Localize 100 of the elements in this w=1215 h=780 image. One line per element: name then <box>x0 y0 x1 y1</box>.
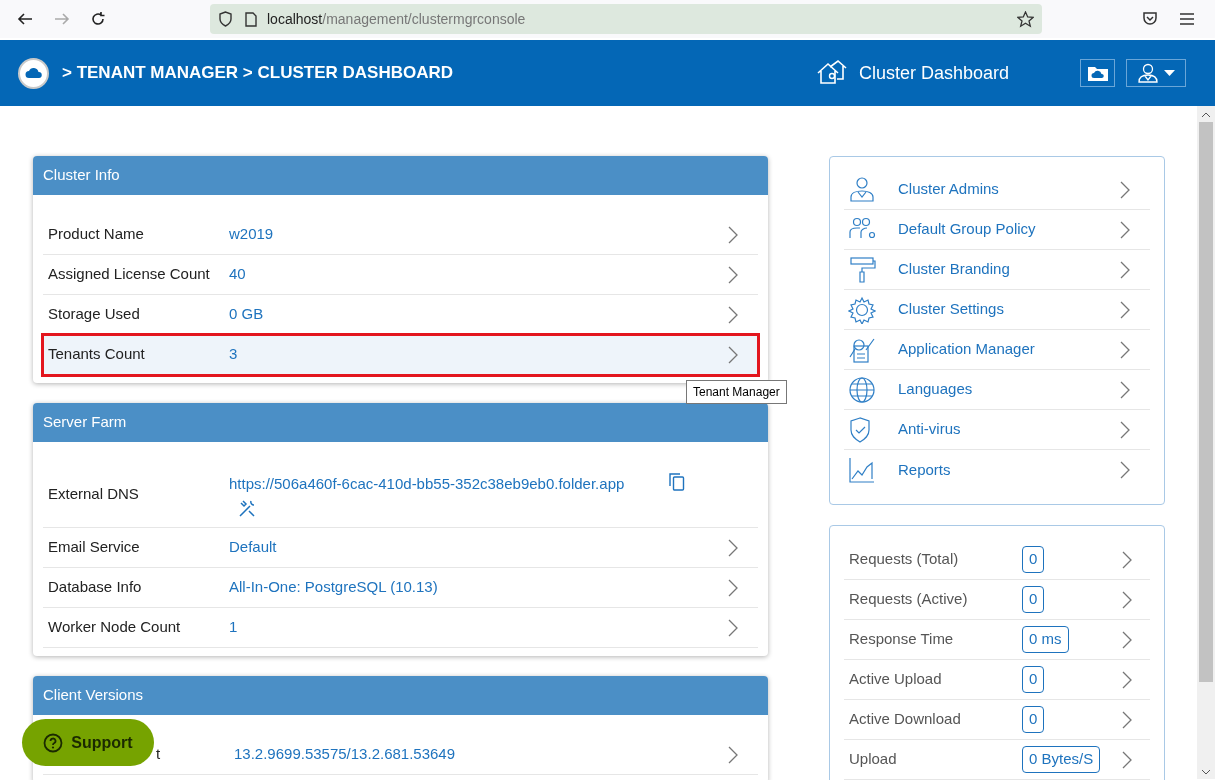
menu-item[interactable]: Cluster Settings <box>844 290 1150 330</box>
chevron-icon <box>728 618 738 637</box>
chevron-icon <box>1122 550 1132 569</box>
row-value[interactable]: https://506a460f-6cac-410d-bb55-352c38eb9eb0.folder.app <box>229 473 669 496</box>
chevron-icon <box>1122 750 1132 769</box>
row-label: Worker Node Count <box>48 617 181 638</box>
chevron-icon <box>728 578 738 597</box>
scroll-down-icon[interactable] <box>1201 769 1211 775</box>
info-row[interactable]: External DNS https://506a460f-6cac-410d-bb55-352c38eb9eb0.folder.app <box>43 462 758 528</box>
paint-roller-icon <box>848 255 876 284</box>
stat-badge: 0 <box>1022 706 1045 733</box>
info-row[interactable]: Worker Node Count 1 <box>43 608 758 648</box>
chevron-icon <box>1120 461 1130 479</box>
card-header: Client Versions <box>33 676 768 715</box>
stat-badge: 0 Bytes/S <box>1022 746 1101 773</box>
chevron-icon <box>728 345 738 364</box>
menu-label: Cluster Branding <box>898 259 1011 280</box>
user-icon <box>1137 63 1159 83</box>
stat-badge: 0 <box>1022 666 1045 693</box>
menu-item[interactable]: Reports <box>844 450 1150 490</box>
stat-row[interactable]: Upload 0 Bytes/S <box>844 740 1150 780</box>
row-value[interactable]: 1 <box>229 616 728 639</box>
star-icon[interactable] <box>1017 10 1034 28</box>
chevron-icon <box>1122 630 1132 649</box>
stat-row[interactable]: Requests (Active) 0 <box>844 580 1150 620</box>
row-value[interactable]: 0 GB <box>229 303 728 326</box>
person-icon <box>848 175 876 204</box>
chevron-icon <box>1120 220 1130 239</box>
page-title: Cluster Dashboard <box>858 61 1009 85</box>
menu-icon[interactable] <box>1180 13 1194 25</box>
settings-icon <box>848 295 876 324</box>
pocket-icon[interactable] <box>1142 11 1158 27</box>
user-menu-button[interactable] <box>1126 59 1186 87</box>
stat-row[interactable]: Active Download 0 <box>844 700 1150 740</box>
stat-row[interactable]: Active Upload 0 <box>844 660 1150 700</box>
card-header: Server Farm <box>33 403 768 442</box>
row-label: Storage Used <box>48 304 140 325</box>
stat-row[interactable]: Response Time 0 ms <box>844 620 1150 660</box>
menu-label: Cluster Admins <box>898 179 1000 200</box>
cloud-folder-icon <box>1086 64 1109 82</box>
reload-icon[interactable] <box>90 11 106 27</box>
card-header: Cluster Info <box>33 156 768 195</box>
menu-item[interactable]: Application Manager <box>844 330 1150 370</box>
row-value[interactable]: All-In-One: PostgreSQL (10.13) <box>229 576 728 599</box>
stat-label: Response Time <box>848 629 955 650</box>
scroll-up-icon[interactable] <box>1201 112 1211 118</box>
support-button[interactable]: Support <box>22 719 154 766</box>
menu-item[interactable]: Cluster Admins <box>844 170 1150 210</box>
globe-icon <box>848 375 876 404</box>
info-row[interactable]: Product Name w2019 <box>43 215 758 255</box>
chevron-icon <box>1120 260 1130 279</box>
info-row[interactable]: Tenants Count 3 <box>43 335 758 375</box>
menu-item[interactable]: Cluster Branding <box>844 250 1150 290</box>
row-label: Assigned License Count <box>48 264 210 285</box>
copy-icon[interactable] <box>669 473 685 491</box>
menu-item[interactable]: Default Group Policy <box>844 210 1150 250</box>
chevron-icon <box>728 305 738 324</box>
row-label: Email Service <box>48 537 140 558</box>
page-icon <box>245 11 257 27</box>
url-text: localhost/management/clustermgrconsole <box>267 9 526 29</box>
houses-icon <box>815 59 848 87</box>
stat-label: Active Upload <box>848 669 943 690</box>
row-value[interactable]: 40 <box>229 263 728 286</box>
menu-label: Languages <box>898 379 974 400</box>
row-value[interactable]: Default <box>229 536 728 559</box>
chevron-icon <box>728 225 738 244</box>
row-value[interactable]: 3 <box>229 343 728 366</box>
info-row[interactable]: Email Service Default <box>43 528 758 568</box>
folder-button[interactable] <box>1080 59 1115 87</box>
menu-label: Cluster Settings <box>898 299 1005 320</box>
chevron-icon <box>1122 710 1132 729</box>
tooltip: Tenant Manager <box>686 380 787 404</box>
row-value[interactable]: w2019 <box>229 223 728 246</box>
scrollbar[interactable] <box>1197 106 1215 779</box>
address-bar[interactable]: localhost/management/clustermgrconsole <box>210 4 1042 34</box>
info-row[interactable]: Assigned License Count 40 <box>43 255 758 295</box>
row-value[interactable]: 13.2.9699.53575/13.2.681.53649 <box>234 743 728 766</box>
chevron-icon <box>1122 590 1132 609</box>
chevron-icon <box>1120 180 1130 199</box>
menu-label: Default Group Policy <box>898 219 1037 240</box>
stat-label: Active Download <box>848 709 962 730</box>
logo-icon[interactable] <box>18 57 49 89</box>
tools-icon[interactable] <box>237 498 257 519</box>
info-row[interactable]: Database Info All-In-One: PostgreSQL (10.13) <box>43 568 758 608</box>
stat-row[interactable]: Requests (Total) 0 <box>844 540 1150 580</box>
menu-item[interactable]: Languages <box>844 370 1150 410</box>
back-icon[interactable] <box>17 11 33 27</box>
chevron-icon <box>1120 420 1130 439</box>
stat-badge: 0 <box>1022 586 1045 613</box>
caret-icon <box>1164 70 1175 76</box>
row-label: t <box>156 744 161 765</box>
menu-label: Reports <box>898 459 952 480</box>
line-chart-icon <box>848 456 876 484</box>
menu-item[interactable]: Anti-virus <box>844 410 1150 450</box>
stat-label: Upload <box>848 749 898 770</box>
stat-badge: 0 ms <box>1022 626 1069 653</box>
row-label: Tenants Count <box>48 344 145 365</box>
stat-label: Requests (Active) <box>848 589 969 610</box>
chevron-icon <box>1122 670 1132 689</box>
chevron-icon <box>1120 340 1130 359</box>
